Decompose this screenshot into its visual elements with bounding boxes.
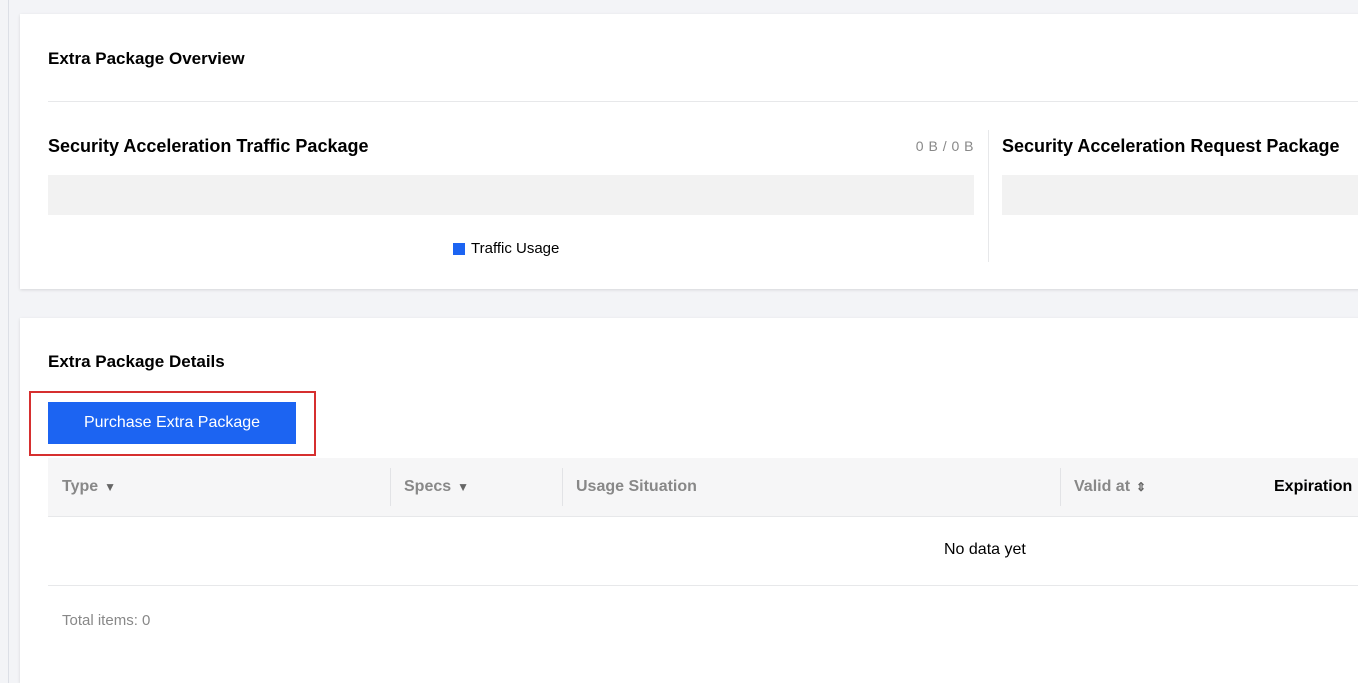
filter-icon[interactable]: ▼ <box>104 480 116 494</box>
empty-state-row: No data yet <box>48 517 1358 586</box>
traffic-legend: Traffic Usage <box>453 240 559 257</box>
legend-label: Traffic Usage <box>471 240 560 257</box>
column-type[interactable]: Type ▼ <box>48 458 390 516</box>
traffic-package-title: Security Acceleration Traffic Package <box>48 136 369 156</box>
request-package-title: Security Acceleration Request Package <box>1002 136 1340 156</box>
empty-state-text: No data yet <box>944 541 1026 558</box>
filter-icon[interactable]: ▼ <box>457 480 469 494</box>
column-expiration: Expiration <box>1260 458 1352 516</box>
overview-title: Extra Package Overview <box>48 49 245 68</box>
sort-icon[interactable]: ⇕ <box>1136 480 1146 494</box>
column-usage-label: Usage Situation <box>576 478 697 495</box>
total-items: Total items: 0 <box>62 612 151 629</box>
overview-divider <box>48 101 1358 102</box>
traffic-usage-bar <box>48 175 974 215</box>
request-usage-bar <box>1002 175 1358 215</box>
details-title: Extra Package Details <box>48 352 225 371</box>
column-valid-at-label: Valid at <box>1074 478 1131 495</box>
column-valid-at[interactable]: Valid at ⇕ <box>1060 458 1260 516</box>
column-usage-situation: Usage Situation <box>562 458 1060 516</box>
legend-swatch <box>453 242 465 255</box>
column-type-label: Type <box>62 478 99 495</box>
overview-separator <box>988 130 989 262</box>
table-header: Type ▼ Specs ▼ Usage Situation Valid at ⇕ E… <box>48 458 1358 517</box>
overview-card: Extra Package Overview Security Accelera… <box>20 14 1358 289</box>
column-specs[interactable]: Specs ▼ <box>390 458 562 516</box>
purchase-extra-package-button[interactable]: Purchase Extra Package <box>48 402 296 444</box>
details-card: Extra Package Details Purchase Extra Pac… <box>20 318 1358 683</box>
traffic-package-value: 0 B / 0 B <box>915 138 974 154</box>
column-specs-label: Specs <box>404 478 452 495</box>
left-border <box>8 0 9 683</box>
column-expiration-label: Expiration <box>1274 478 1353 495</box>
